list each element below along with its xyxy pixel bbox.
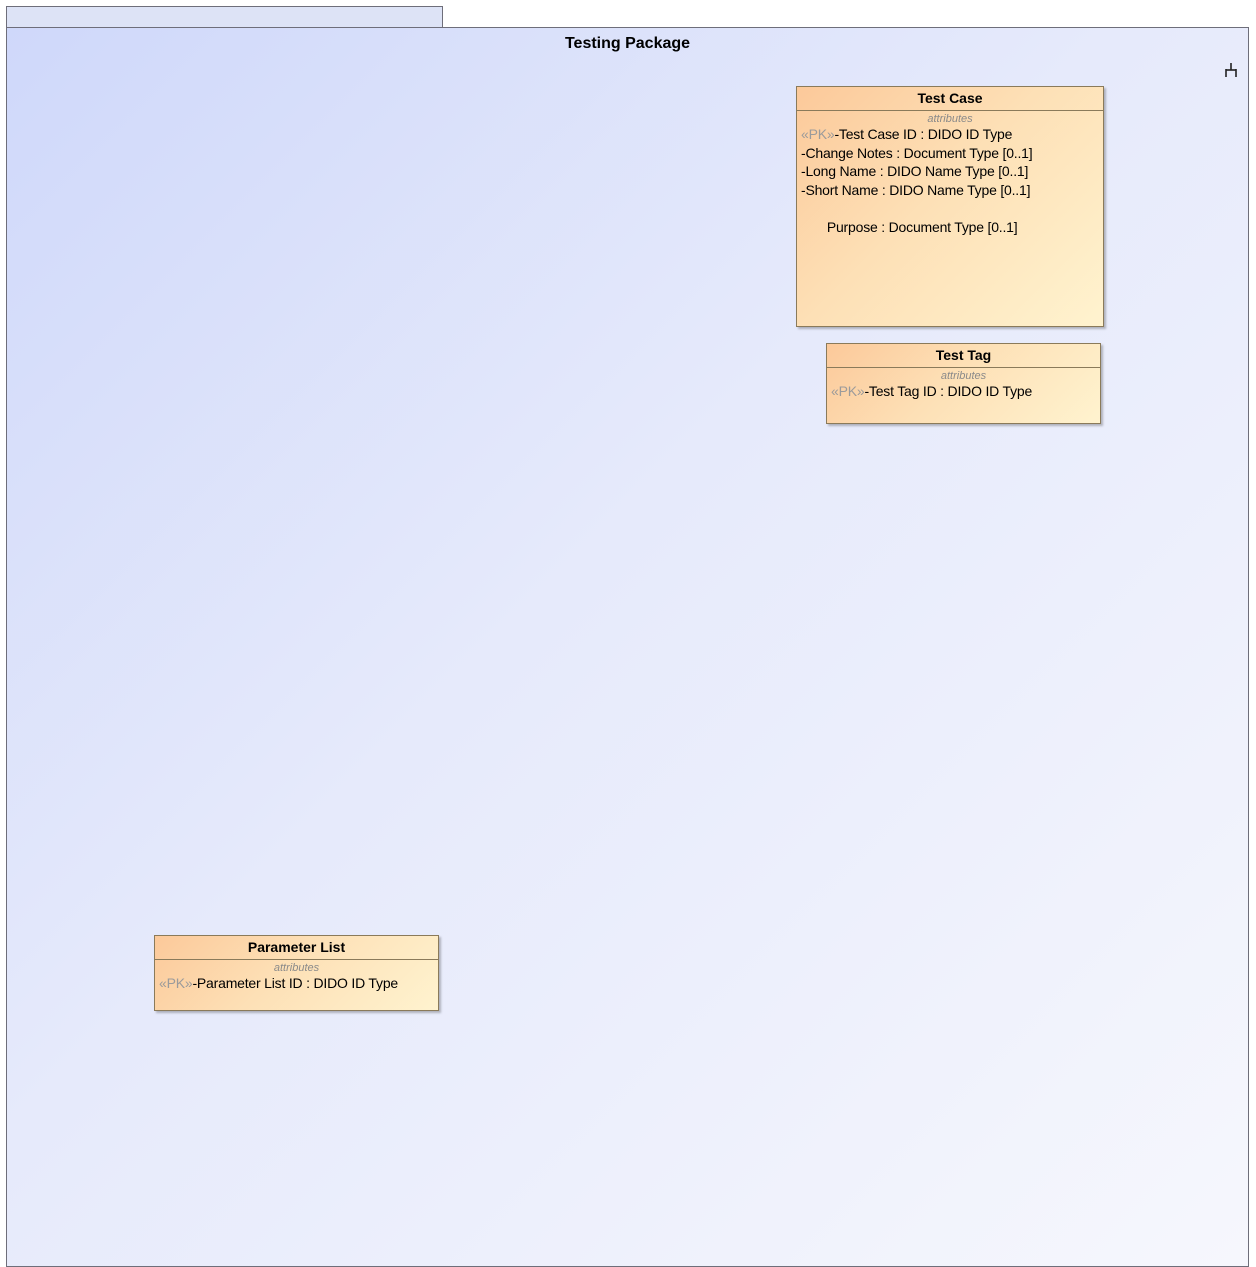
attribute-text: -Parameter List ID : DIDO ID Type bbox=[192, 975, 398, 991]
attributes-compartment: attributes «PK»-Test Case ID : DIDO ID T… bbox=[797, 111, 1103, 255]
attribute-text: -Test Case ID : DIDO ID Type bbox=[834, 126, 1013, 142]
attribute-row[interactable]: «PK»-Parameter List ID : DIDO ID Type bbox=[159, 974, 434, 993]
class-test-tag[interactable]: Test Tag attributes «PK»-Test Tag ID : D… bbox=[826, 343, 1101, 424]
compartment-label: attributes bbox=[927, 113, 973, 125]
class-name: Test Tag bbox=[827, 344, 1100, 368]
attribute-row[interactable]: «PK»-Test Tag ID : DIDO ID Type bbox=[831, 382, 1096, 401]
attribute-row[interactable]: -Short Name : DIDO Name Type [0..1] bbox=[801, 181, 1099, 200]
package-title: Testing Package bbox=[564, 35, 691, 52]
class-name: Test Case bbox=[797, 87, 1103, 111]
attribute-text: -Long Name : DIDO Name Type [0..1] bbox=[801, 163, 1029, 179]
stereotype-pk: «PK» bbox=[801, 126, 835, 142]
attribute-text: -Test Tag ID : DIDO ID Type bbox=[864, 383, 1033, 399]
stereotype-pk: «PK» bbox=[159, 975, 193, 991]
class-parameter-list[interactable]: Parameter List attributes «PK»-Parameter… bbox=[154, 935, 439, 1011]
package-tab[interactable] bbox=[6, 6, 443, 28]
class-test-case[interactable]: Test Case attributes «PK»-Test Case ID :… bbox=[796, 86, 1104, 327]
attributes-compartment: attributes «PK»-Parameter List ID : DIDO… bbox=[155, 960, 438, 993]
attribute-row[interactable]: Purpose : Document Type [0..1] bbox=[801, 199, 1099, 255]
attribute-row[interactable]: -Change Notes : Document Type [0..1] bbox=[801, 144, 1099, 163]
attribute-text: Purpose : Document Type [0..1] bbox=[823, 218, 1018, 235]
stereotype-pk: «PK» bbox=[831, 383, 865, 399]
attribute-text: -Short Name : DIDO Name Type [0..1] bbox=[801, 181, 1031, 198]
attribute-row[interactable]: «PK»-Test Case ID : DIDO ID Type bbox=[801, 125, 1099, 144]
hierarchy-icon[interactable] bbox=[1224, 62, 1238, 78]
attribute-row[interactable]: -Long Name : DIDO Name Type [0..1] bbox=[801, 162, 1099, 181]
attribute-text: -Change Notes : Document Type [0..1] bbox=[801, 144, 1033, 161]
class-name: Parameter List bbox=[155, 936, 438, 960]
compartment-label: attributes bbox=[273, 962, 320, 974]
compartment-label: attributes bbox=[940, 370, 987, 382]
attributes-compartment: attributes «PK»-Test Tag ID : DIDO ID Ty… bbox=[827, 368, 1100, 401]
